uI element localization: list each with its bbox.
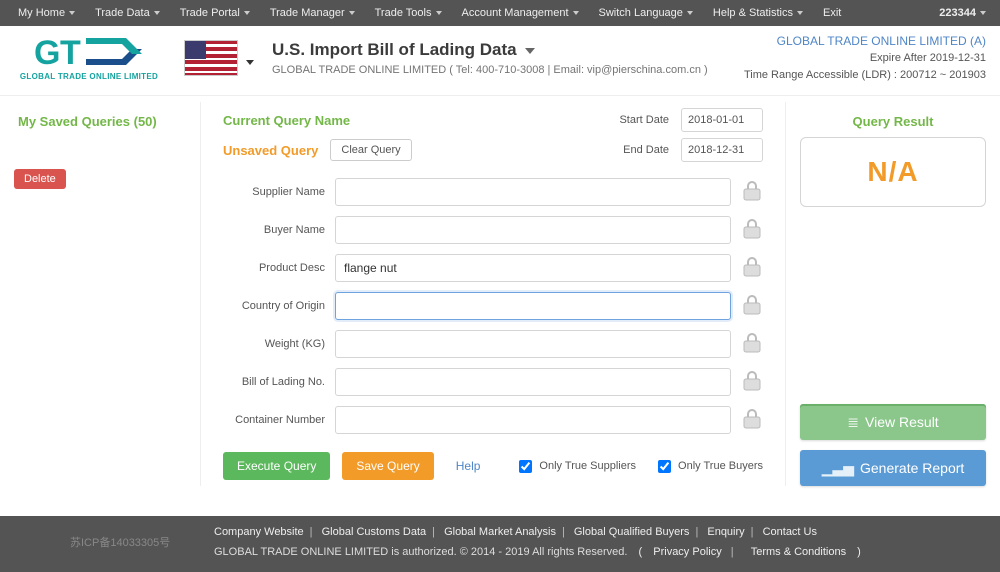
country-input[interactable] xyxy=(335,292,731,320)
product-lock-icon[interactable] xyxy=(741,257,763,279)
saved-queries-title: My Saved Queries (50) xyxy=(18,114,192,129)
footer-link-contact[interactable]: Contact Us xyxy=(763,526,817,538)
chart-icon: ▁▃▅ xyxy=(822,460,854,476)
saved-queries-panel: My Saved Queries (50) Delete xyxy=(10,102,200,486)
icp-text: 苏ICP备14033305号 xyxy=(70,534,170,550)
title-dropdown-icon[interactable] xyxy=(525,43,535,57)
end-date-input[interactable] xyxy=(681,138,763,162)
nav-account[interactable]: 223344 xyxy=(929,0,992,26)
footer-link-buyers[interactable]: Global Qualified Buyers xyxy=(574,526,690,538)
start-date-input[interactable] xyxy=(681,108,763,132)
bol-lock-icon[interactable] xyxy=(741,371,763,393)
query-result-value: N/A xyxy=(867,156,918,188)
privacy-link[interactable]: Privacy Policy xyxy=(653,546,721,558)
logo[interactable]: G T GLOBAL TRADE ONLINE LIMITED xyxy=(14,34,164,81)
us-flag-icon xyxy=(184,40,238,76)
footer-link-market[interactable]: Global Market Analysis xyxy=(444,526,556,538)
only-suppliers-label: Only True Suppliers xyxy=(539,460,636,472)
start-date-label: Start Date xyxy=(599,114,669,126)
only-buyers-label: Only True Buyers xyxy=(678,460,763,472)
unsaved-query-label: Unsaved Query xyxy=(223,143,318,158)
account-range: Time Range Accessible (LDR) : 200712 ~ 2… xyxy=(744,67,986,84)
flag-caret-icon[interactable] xyxy=(246,54,254,62)
country-label: Country of Origin xyxy=(223,300,335,312)
product-label: Product Desc xyxy=(223,262,335,274)
top-nav: My Home Trade Data Trade Portal Trade Ma… xyxy=(0,0,1000,26)
account-expire: Expire After 2019-12-31 xyxy=(744,50,986,67)
footer-link-company[interactable]: Company Website xyxy=(214,526,304,538)
footer-links: Company Website| Global Customs Data| Gl… xyxy=(214,526,986,538)
view-result-button[interactable]: ≣ View Result xyxy=(800,404,986,440)
supplier-input[interactable] xyxy=(335,178,731,206)
legal-close: ) xyxy=(857,546,861,558)
generate-report-button[interactable]: ▁▃▅ Generate Report xyxy=(800,450,986,486)
nav-trade-data[interactable]: Trade Data xyxy=(85,0,170,26)
query-result-card: N/A xyxy=(800,137,986,207)
nav-account-mgmt[interactable]: Account Management xyxy=(452,0,589,26)
footer-link-enquiry[interactable]: Enquiry xyxy=(707,526,744,538)
help-link[interactable]: Help xyxy=(456,459,481,473)
only-buyers-check[interactable]: Only True Buyers xyxy=(654,457,763,476)
query-form: Current Query Name Start Date Unsaved Qu… xyxy=(200,102,786,486)
nav-trade-portal[interactable]: Trade Portal xyxy=(170,0,260,26)
logo-mark-icon: G T xyxy=(34,34,144,70)
buyer-label: Buyer Name xyxy=(223,224,335,236)
account-info: GLOBAL TRADE ONLINE LIMITED (A) Expire A… xyxy=(744,32,986,83)
footer: 苏ICP备14033305号 Company Website| Global C… xyxy=(0,516,1000,572)
view-result-label: View Result xyxy=(865,414,939,430)
product-input[interactable] xyxy=(335,254,731,282)
bol-input[interactable] xyxy=(335,368,731,396)
header-band: G T GLOBAL TRADE ONLINE LIMITED U.S. Imp… xyxy=(0,26,1000,96)
legal-open: ( xyxy=(639,546,643,558)
nav-trade-manager[interactable]: Trade Manager xyxy=(260,0,365,26)
supplier-lock-icon[interactable] xyxy=(741,181,763,203)
footer-link-customs[interactable]: Global Customs Data xyxy=(322,526,427,538)
container-input[interactable] xyxy=(335,406,731,434)
nav-menu: My Home Trade Data Trade Portal Trade Ma… xyxy=(8,0,851,26)
generate-report-label: Generate Report xyxy=(860,460,964,476)
nav-help-stats[interactable]: Help & Statistics xyxy=(703,0,813,26)
footer-copyright: GLOBAL TRADE ONLINE LIMITED is authorize… xyxy=(214,546,627,558)
clear-query-button[interactable]: Clear Query xyxy=(330,139,411,161)
execute-query-button[interactable]: Execute Query xyxy=(223,452,330,480)
body-layout: My Saved Queries (50) Delete Current Que… xyxy=(0,96,1000,516)
page-title: U.S. Import Bill of Lading Data xyxy=(272,40,517,60)
delete-button[interactable]: Delete xyxy=(14,169,66,189)
only-suppliers-checkbox[interactable] xyxy=(519,460,532,473)
nav-switch-lang[interactable]: Switch Language xyxy=(589,0,703,26)
svg-text:G: G xyxy=(34,34,60,70)
only-buyers-checkbox[interactable] xyxy=(658,460,671,473)
query-result-title: Query Result xyxy=(800,114,986,129)
list-icon: ≣ xyxy=(847,414,859,430)
flag-selector[interactable] xyxy=(184,40,254,76)
svg-text:T: T xyxy=(60,34,81,70)
country-lock-icon[interactable] xyxy=(741,295,763,317)
result-panel: Query Result N/A ≣ View Result ▁▃▅ Genera… xyxy=(786,102,986,486)
end-date-label: End Date xyxy=(599,144,669,156)
nav-my-home[interactable]: My Home xyxy=(8,0,85,26)
nav-exit[interactable]: Exit xyxy=(813,0,851,26)
logo-sub: GLOBAL TRADE ONLINE LIMITED xyxy=(20,72,158,81)
current-query-name-label: Current Query Name xyxy=(223,113,350,128)
nav-trade-tools[interactable]: Trade Tools xyxy=(365,0,452,26)
account-name: GLOBAL TRADE ONLINE LIMITED (A) xyxy=(744,32,986,50)
weight-label: Weight (KG) xyxy=(223,338,335,350)
weight-lock-icon[interactable] xyxy=(741,333,763,355)
title-block: U.S. Import Bill of Lading Data GLOBAL T… xyxy=(272,40,708,76)
company-contact: GLOBAL TRADE ONLINE LIMITED ( Tel: 400-7… xyxy=(272,64,708,76)
buyer-input[interactable] xyxy=(335,216,731,244)
container-lock-icon[interactable] xyxy=(741,409,763,431)
terms-link[interactable]: Terms & Conditions xyxy=(751,546,846,558)
bol-label: Bill of Lading No. xyxy=(223,376,335,388)
weight-input[interactable] xyxy=(335,330,731,358)
save-query-button[interactable]: Save Query xyxy=(342,452,433,480)
only-suppliers-check[interactable]: Only True Suppliers xyxy=(515,457,636,476)
container-label: Container Number xyxy=(223,414,335,426)
buyer-lock-icon[interactable] xyxy=(741,219,763,241)
supplier-label: Supplier Name xyxy=(223,186,335,198)
